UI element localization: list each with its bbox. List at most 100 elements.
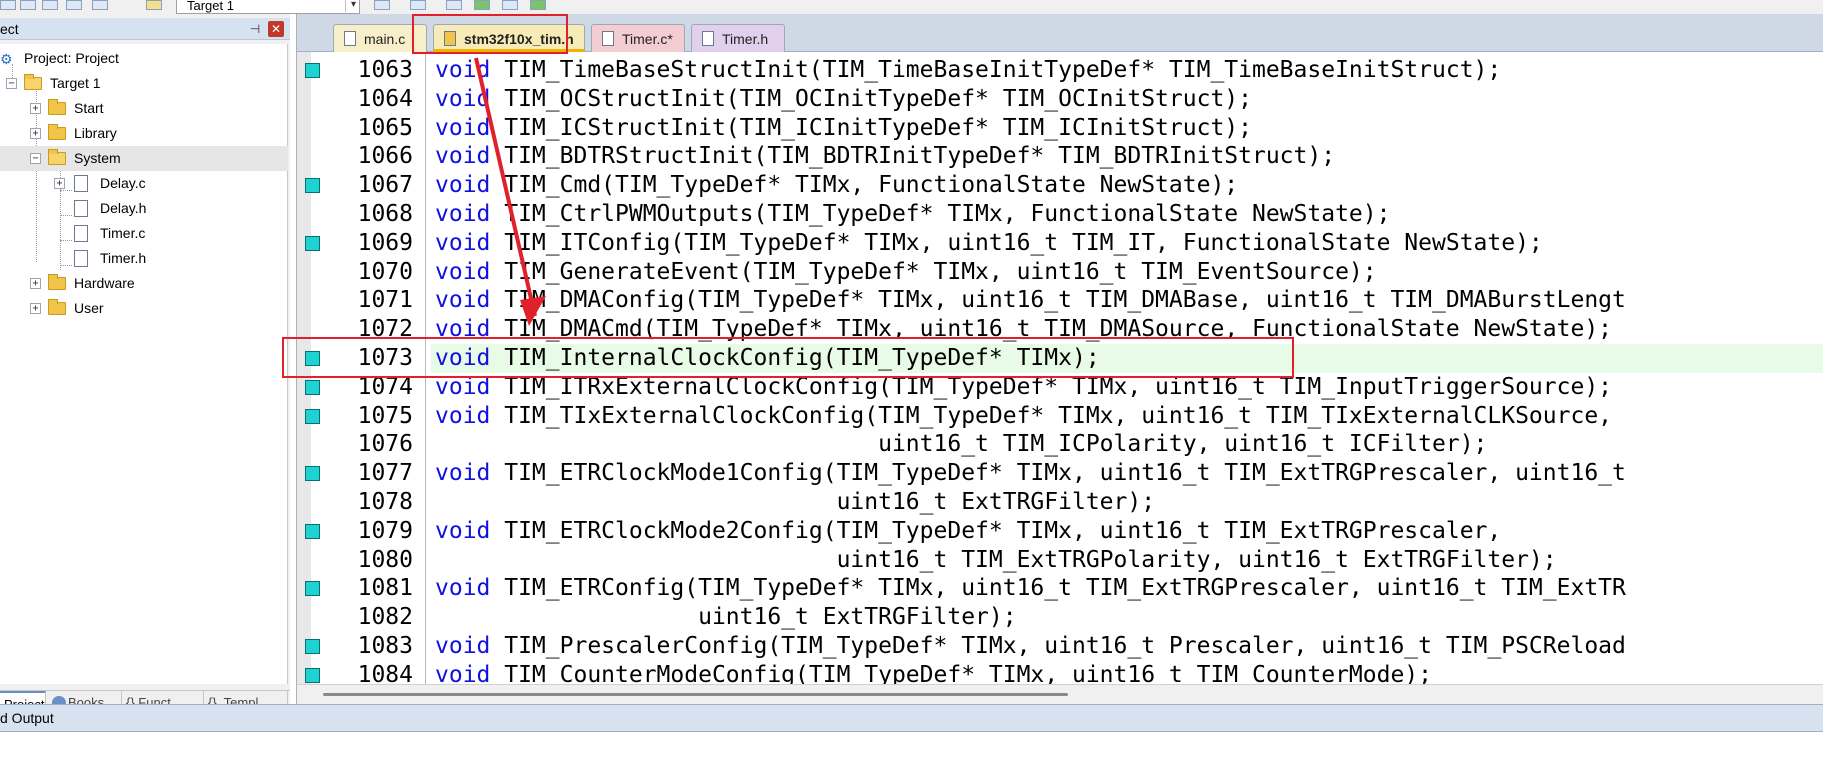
code-text: uint16_t TIM_ICPolarity, uint16_t ICFilt…	[431, 430, 1823, 459]
line-number: 1067	[357, 172, 413, 199]
code-line[interactable]: 1076 uint16_t TIM_ICPolarity, uint16_t I…	[297, 430, 1823, 459]
toolbar-button-icon[interactable]	[410, 0, 426, 10]
line-number: 1080	[357, 546, 413, 573]
breakpoint-marker-icon[interactable]	[305, 466, 320, 482]
code-line[interactable]: 1078 uint16_t ExtTRGFilter);	[297, 488, 1823, 517]
project-icon: ⚙	[0, 51, 13, 67]
line-number: 1070	[357, 258, 413, 285]
toolbar-button-icon[interactable]	[374, 0, 390, 10]
code-rest: TIM_TIxExternalClockConfig(TIM_TypeDef* …	[490, 402, 1613, 429]
toolbar-button-icon[interactable]	[92, 0, 108, 10]
project-tree: ⚙ Project: Project − Target 1 + Start + …	[0, 44, 288, 684]
code-rest: TIM_PrescalerConfig(TIM_TypeDef* TIMx, u…	[490, 633, 1626, 659]
toolbar-button-icon[interactable]	[42, 0, 58, 10]
code-text: void TIM_Cmd(TIM_TypeDef* TIMx, Function…	[431, 171, 1823, 200]
breakpoint-marker-icon[interactable]	[305, 408, 320, 424]
code-line[interactable]: 1075 void TIM_TIxExternalClockConfig(TIM_…	[297, 402, 1823, 431]
pin-icon[interactable]: ⊣	[248, 22, 262, 36]
line-number: 1078	[357, 489, 413, 515]
code-text: void TIM_DMAConfig(TIM_TypeDef* TIMx, ui…	[431, 286, 1823, 315]
code-line[interactable]: 1080 uint16_t TIM_ExtTRGPolarity, uint16…	[297, 546, 1823, 575]
line-number: 1081	[357, 575, 413, 602]
folder-icon	[48, 274, 66, 290]
code-line[interactable]: 1083 void TIM_PrescalerConfig(TIM_TypeDef…	[297, 632, 1823, 661]
line-number: 1071	[357, 287, 413, 314]
target-select[interactable]: Target 1	[176, 0, 360, 14]
breakpoint-marker-icon[interactable]	[305, 523, 320, 539]
expand-icon[interactable]: +	[30, 128, 41, 139]
build-output-header[interactable]: d Output	[0, 704, 1823, 732]
keyword: void	[435, 172, 491, 199]
toolbar-button-icon[interactable]	[0, 0, 16, 10]
close-icon[interactable]: ✕	[268, 21, 284, 37]
keyword: void	[435, 575, 491, 602]
code-line[interactable]: 1079 void TIM_ETRClockMode2Config(TIM_Typ…	[297, 517, 1823, 546]
expand-icon[interactable]: +	[30, 103, 41, 114]
breakpoint-marker-icon[interactable]	[305, 379, 320, 395]
breakpoint-marker-icon[interactable]	[305, 235, 320, 251]
code-line[interactable]: 1064 void TIM_OCStructInit(TIM_OCInitType…	[297, 85, 1823, 114]
code-line[interactable]: 1077 void TIM_ETRClockMode1Config(TIM_Typ…	[297, 459, 1823, 488]
tree-item-label: Project: Project	[24, 50, 119, 66]
toolbar-button-icon[interactable]	[502, 0, 518, 10]
annotation-box-line	[282, 337, 1294, 378]
code-rest: TIM_GenerateEvent(TIM_TypeDef* TIMx, uin…	[490, 258, 1377, 285]
toolbar: Target 1 ▾	[0, 0, 1823, 14]
breakpoint-marker-icon[interactable]	[305, 178, 320, 194]
expand-icon[interactable]: +	[30, 303, 41, 314]
code-line[interactable]: 1071 void TIM_DMAConfig(TIM_TypeDef* TIMx…	[297, 286, 1823, 315]
code-line[interactable]: 1068 void TIM_CtrlPWMOutputs(TIM_TypeDef*…	[297, 200, 1823, 229]
expand-icon[interactable]: +	[30, 278, 41, 289]
line-number: 1079	[357, 517, 413, 544]
code-rest: uint16_t TIM_ICPolarity, uint16_t ICFilt…	[435, 431, 1488, 458]
code-rest: TIM_ICStructInit(TIM_ICInitTypeDef* TIM_…	[490, 114, 1252, 141]
line-number: 1075	[357, 402, 413, 429]
tab-label: Timer.h	[722, 31, 769, 47]
collapse-icon[interactable]: −	[6, 78, 17, 89]
file-icon	[74, 175, 88, 192]
chevron-down-icon[interactable]: ▾	[345, 0, 361, 12]
line-number: 1066	[357, 143, 413, 170]
code-line[interactable]: 1069 void TIM_ITConfig(TIM_TypeDef* TIMx,…	[297, 229, 1823, 258]
code-line[interactable]: 1065 void TIM_ICStructInit(TIM_ICInitType…	[297, 114, 1823, 143]
code-line[interactable]: 1070 void TIM_GenerateEvent(TIM_TypeDef* …	[297, 258, 1823, 287]
folder-open-icon	[48, 149, 66, 165]
code-rest: TIM_CounterModeConfig(TIM_TypeDef* TIMx,…	[490, 661, 1432, 684]
horizontal-scrollbar[interactable]	[297, 684, 1823, 704]
scrollbar-thumb[interactable]	[323, 693, 1068, 696]
file-icon	[74, 200, 88, 217]
code-line[interactable]: 1063 void TIM_TimeBaseStructInit(TIM_Time…	[297, 56, 1823, 85]
breakpoint-marker-icon[interactable]	[305, 581, 320, 597]
code-rest: TIM_CtrlPWMOutputs(TIM_TypeDef* TIMx, Fu…	[490, 201, 1391, 227]
tree-item-label: Hardware	[74, 275, 135, 291]
code-line[interactable]: 1081 void TIM_ETRConfig(TIM_TypeDef* TIMx…	[297, 574, 1823, 603]
expand-icon[interactable]: +	[54, 178, 65, 189]
code-rest: TIM_OCStructInit(TIM_OCInitTypeDef* TIM_…	[490, 85, 1252, 112]
line-number: 1082	[357, 604, 413, 631]
line-number: 1063	[357, 57, 413, 83]
toolbar-button-icon[interactable]	[66, 0, 82, 10]
breakpoint-marker-icon[interactable]	[305, 639, 320, 654]
breakpoint-marker-icon[interactable]	[305, 63, 320, 78]
collapse-icon[interactable]: −	[30, 153, 41, 164]
code-line[interactable]: 1066 void TIM_BDTRStructInit(TIM_BDTRInit…	[297, 142, 1823, 171]
download-icon[interactable]	[146, 0, 162, 10]
code-rest: TIM_ETRConfig(TIM_TypeDef* TIMx, uint16_…	[490, 575, 1626, 602]
tab-timer-c[interactable]: Timer.c*	[591, 24, 685, 52]
code-line[interactable]: 1084 void TIM_CounterModeConfig(TIM_TypeD…	[297, 661, 1823, 684]
folder-icon	[48, 124, 66, 140]
code-line[interactable]: 1082 uint16_t ExtTRGFilter);	[297, 603, 1823, 632]
keyword: void	[435, 460, 491, 487]
code-rest: uint16_t ExtTRGFilter);	[435, 604, 1017, 631]
code-rest: TIM_Cmd(TIM_TypeDef* TIMx, FunctionalSta…	[490, 172, 1239, 199]
code-text: void TIM_OCStructInit(TIM_OCInitTypeDef*…	[431, 85, 1823, 114]
toolbar-button-icon[interactable]	[20, 0, 36, 10]
toolbar-button-icon[interactable]	[474, 0, 490, 10]
toolbar-button-icon[interactable]	[446, 0, 462, 10]
breakpoint-marker-icon[interactable]	[305, 667, 320, 683]
tree-item-system[interactable]: − System	[0, 146, 288, 171]
panel-title-text: ect	[0, 21, 19, 37]
tab-timer-h[interactable]: Timer.h	[691, 24, 785, 52]
code-line[interactable]: 1067 void TIM_Cmd(TIM_TypeDef* TIMx, Func…	[297, 171, 1823, 200]
toolbar-button-icon[interactable]	[530, 0, 546, 10]
